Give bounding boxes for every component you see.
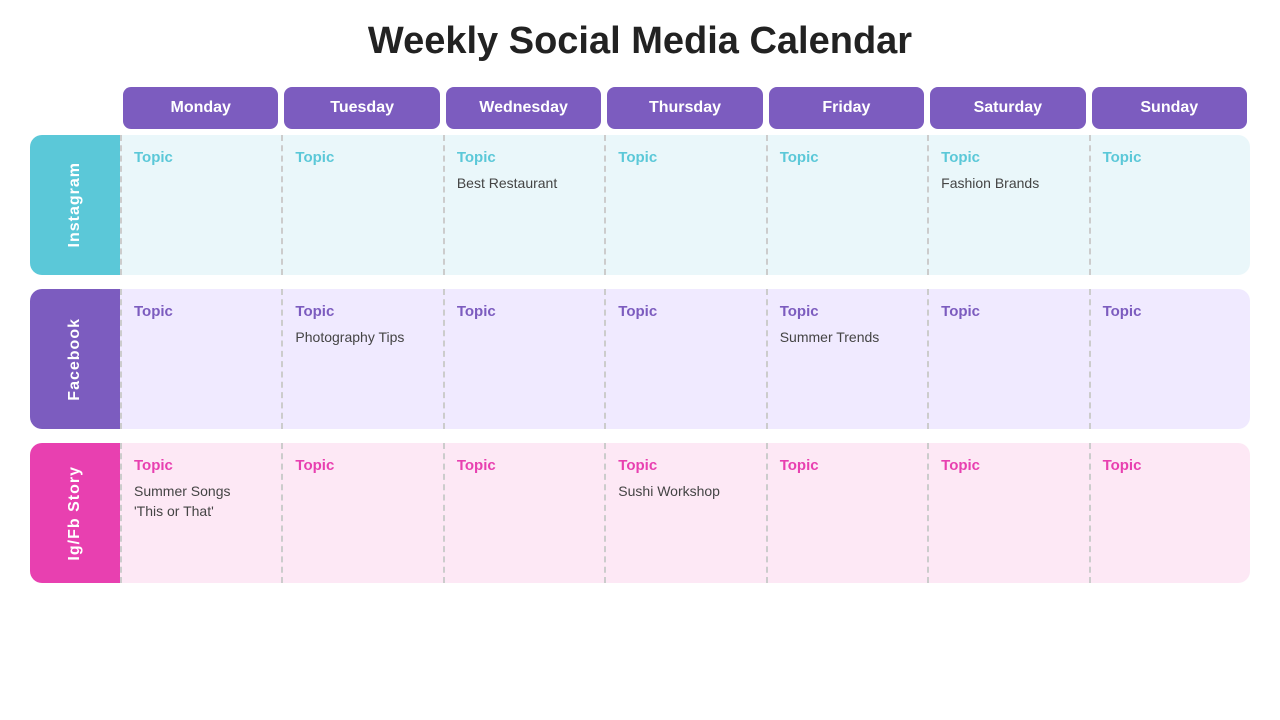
cell-0-0: Topic bbox=[120, 135, 281, 275]
cell-1-6: Topic bbox=[1089, 289, 1250, 429]
cell-2-4: Topic bbox=[766, 443, 927, 583]
cell-topic-0-5: Topic bbox=[941, 149, 980, 166]
cell-2-6: Topic bbox=[1089, 443, 1250, 583]
cell-topic-0-0: Topic bbox=[134, 149, 173, 166]
cell-topic-0-1: Topic bbox=[295, 149, 334, 166]
cell-topic-2-3: Topic bbox=[618, 457, 657, 474]
cell-content-2-0: Summer Songs 'This or That' bbox=[134, 482, 230, 521]
cell-2-1: Topic bbox=[281, 443, 442, 583]
header-spacer bbox=[30, 87, 120, 129]
cell-topic-0-2: Topic bbox=[457, 149, 496, 166]
cell-0-5: Topic Fashion Brands bbox=[927, 135, 1088, 275]
section-row-facebook: FacebookTopicTopicPhotography TipsTopicT… bbox=[30, 289, 1250, 429]
cell-topic-1-1: Topic bbox=[295, 303, 334, 320]
day-header-monday: Monday bbox=[123, 87, 278, 129]
section-label-1: Facebook bbox=[66, 318, 84, 401]
cell-topic-2-4: Topic bbox=[780, 457, 819, 474]
cell-0-1: Topic bbox=[281, 135, 442, 275]
cell-topic-2-1: Topic bbox=[295, 457, 334, 474]
cell-2-3: Topic Sushi Workshop bbox=[604, 443, 765, 583]
cell-1-3: Topic bbox=[604, 289, 765, 429]
cell-1-0: Topic bbox=[120, 289, 281, 429]
day-header-tuesday: Tuesday bbox=[284, 87, 439, 129]
section-label-wrapper-0: Instagram bbox=[30, 135, 120, 275]
cell-2-0: Topic Summer Songs 'This or That' bbox=[120, 443, 281, 583]
cell-content-2-3: Sushi Workshop bbox=[618, 482, 720, 502]
cell-topic-1-0: Topic bbox=[134, 303, 173, 320]
cell-0-2: Topic Best Restaurant bbox=[443, 135, 604, 275]
section-row-instagram: InstagramTopicTopicTopicBest RestaurantT… bbox=[30, 135, 1250, 275]
section-label-0: Instagram bbox=[66, 162, 84, 247]
day-header-sunday: Sunday bbox=[1092, 87, 1247, 129]
cell-content-0-5: Fashion Brands bbox=[941, 174, 1039, 194]
day-header-wednesday: Wednesday bbox=[446, 87, 601, 129]
cell-topic-1-3: Topic bbox=[618, 303, 657, 320]
cell-1-5: Topic bbox=[927, 289, 1088, 429]
cell-topic-1-5: Topic bbox=[941, 303, 980, 320]
cell-content-1-4: Summer Trends bbox=[780, 328, 880, 348]
cell-1-1: Topic Photography Tips bbox=[281, 289, 442, 429]
cell-0-3: Topic bbox=[604, 135, 765, 275]
cell-topic-2-2: Topic bbox=[457, 457, 496, 474]
header-row: MondayTuesdayWednesdayThursdayFridaySatu… bbox=[30, 87, 1250, 129]
calendar-wrapper: MondayTuesdayWednesdayThursdayFridaySatu… bbox=[30, 87, 1250, 597]
cell-topic-2-6: Topic bbox=[1103, 457, 1142, 474]
cell-2-5: Topic bbox=[927, 443, 1088, 583]
cell-topic-1-4: Topic bbox=[780, 303, 819, 320]
cell-topic-0-4: Topic bbox=[780, 149, 819, 166]
cell-2-2: Topic bbox=[443, 443, 604, 583]
cell-topic-1-2: Topic bbox=[457, 303, 496, 320]
cell-content-1-1: Photography Tips bbox=[295, 328, 404, 348]
cell-topic-0-3: Topic bbox=[618, 149, 657, 166]
day-header-saturday: Saturday bbox=[930, 87, 1085, 129]
page-title: Weekly Social Media Calendar bbox=[368, 20, 912, 63]
cell-0-6: Topic bbox=[1089, 135, 1250, 275]
cell-content-0-2: Best Restaurant bbox=[457, 174, 557, 194]
day-header-friday: Friday bbox=[769, 87, 924, 129]
section-label-wrapper-2: Ig/Fb Story bbox=[30, 443, 120, 583]
section-row-ig-fb-story: Ig/Fb Story Topic Summer Songs 'This or Th… bbox=[30, 443, 1250, 583]
cell-1-4: Topic Summer Trends bbox=[766, 289, 927, 429]
section-label-2: Ig/Fb Story bbox=[66, 466, 84, 561]
cell-topic-2-5: Topic bbox=[941, 457, 980, 474]
cell-0-4: Topic bbox=[766, 135, 927, 275]
cell-topic-0-6: Topic bbox=[1103, 149, 1142, 166]
cell-topic-1-6: Topic bbox=[1103, 303, 1142, 320]
cell-1-2: Topic bbox=[443, 289, 604, 429]
cell-topic-2-0: Topic bbox=[134, 457, 173, 474]
day-header-thursday: Thursday bbox=[607, 87, 762, 129]
section-label-wrapper-1: Facebook bbox=[30, 289, 120, 429]
